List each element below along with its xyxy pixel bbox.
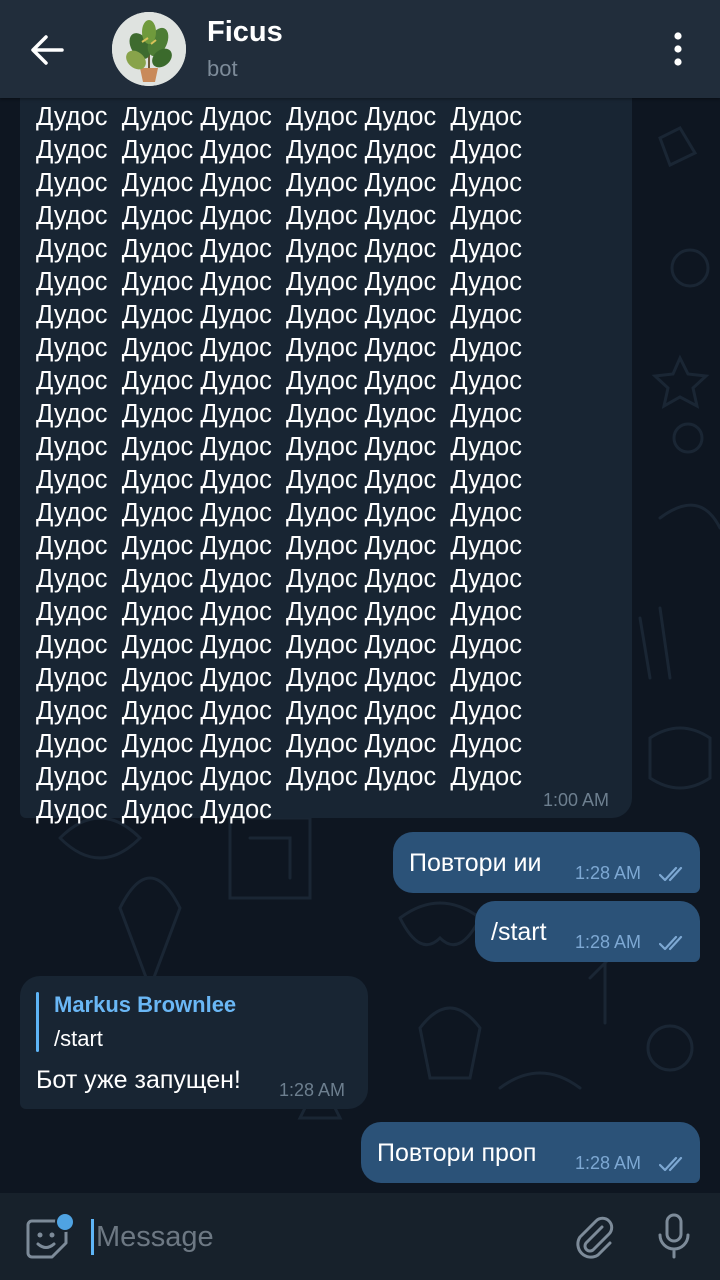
ficus-plant-icon (112, 12, 186, 86)
message-time: 1:28 AM (575, 1153, 642, 1173)
reply-quote-bar (36, 992, 39, 1052)
message-text: /start (491, 918, 547, 946)
double-check-icon (659, 935, 683, 951)
more-options-button[interactable] (658, 26, 698, 72)
message-text: Дудос Дудос Дудос Дудос Дудос Дудос Дудо… (36, 103, 522, 824)
notification-dot (55, 1212, 75, 1232)
paperclip-icon (576, 1216, 614, 1259)
message-time: 1:28 AM (279, 1080, 346, 1100)
arrow-left-icon (31, 35, 64, 65)
message-text: Повтори ии (409, 849, 542, 877)
outgoing-message[interactable]: Повтори проп 1:28 AM (361, 1122, 700, 1183)
message-text: Повтори проп (377, 1139, 537, 1167)
chat-subtitle: bot (207, 56, 238, 81)
chat-header: Ficus bot (0, 0, 720, 98)
chat-title[interactable]: Ficus (207, 16, 283, 49)
microphone-icon (658, 1213, 690, 1259)
outgoing-message[interactable]: /start 1:28 AM (475, 901, 700, 962)
double-check-icon (659, 1156, 683, 1172)
message-time: 1:28 AM (575, 863, 642, 883)
incoming-message[interactable]: Дудос Дудос Дудос Дудос Дудос Дудос Дудо… (20, 98, 632, 824)
message-time: 1:28 AM (575, 932, 642, 952)
outgoing-message[interactable]: Повтори ии 1:28 AM (393, 832, 700, 893)
reply-text[interactable]: /start (54, 1026, 103, 1052)
voice-record-button[interactable] (656, 1211, 692, 1261)
message-input[interactable] (94, 1213, 558, 1261)
reply-author[interactable]: Markus Brownlee (54, 992, 236, 1018)
back-button[interactable] (22, 24, 74, 76)
incoming-message[interactable]: Markus Brownlee /start Бот уже запущен! … (20, 976, 368, 1109)
double-check-icon (659, 866, 683, 882)
avatar[interactable] (112, 12, 186, 86)
more-vertical-icon (674, 32, 682, 66)
message-composer (0, 1193, 720, 1280)
message-time: 1:00 AM (543, 790, 610, 810)
attach-button[interactable] (572, 1213, 616, 1259)
message-text: Бот уже запущен! (36, 1066, 241, 1094)
message-list[interactable]: Дудос Дудос Дудос Дудос Дудос Дудос Дудо… (0, 98, 720, 1193)
